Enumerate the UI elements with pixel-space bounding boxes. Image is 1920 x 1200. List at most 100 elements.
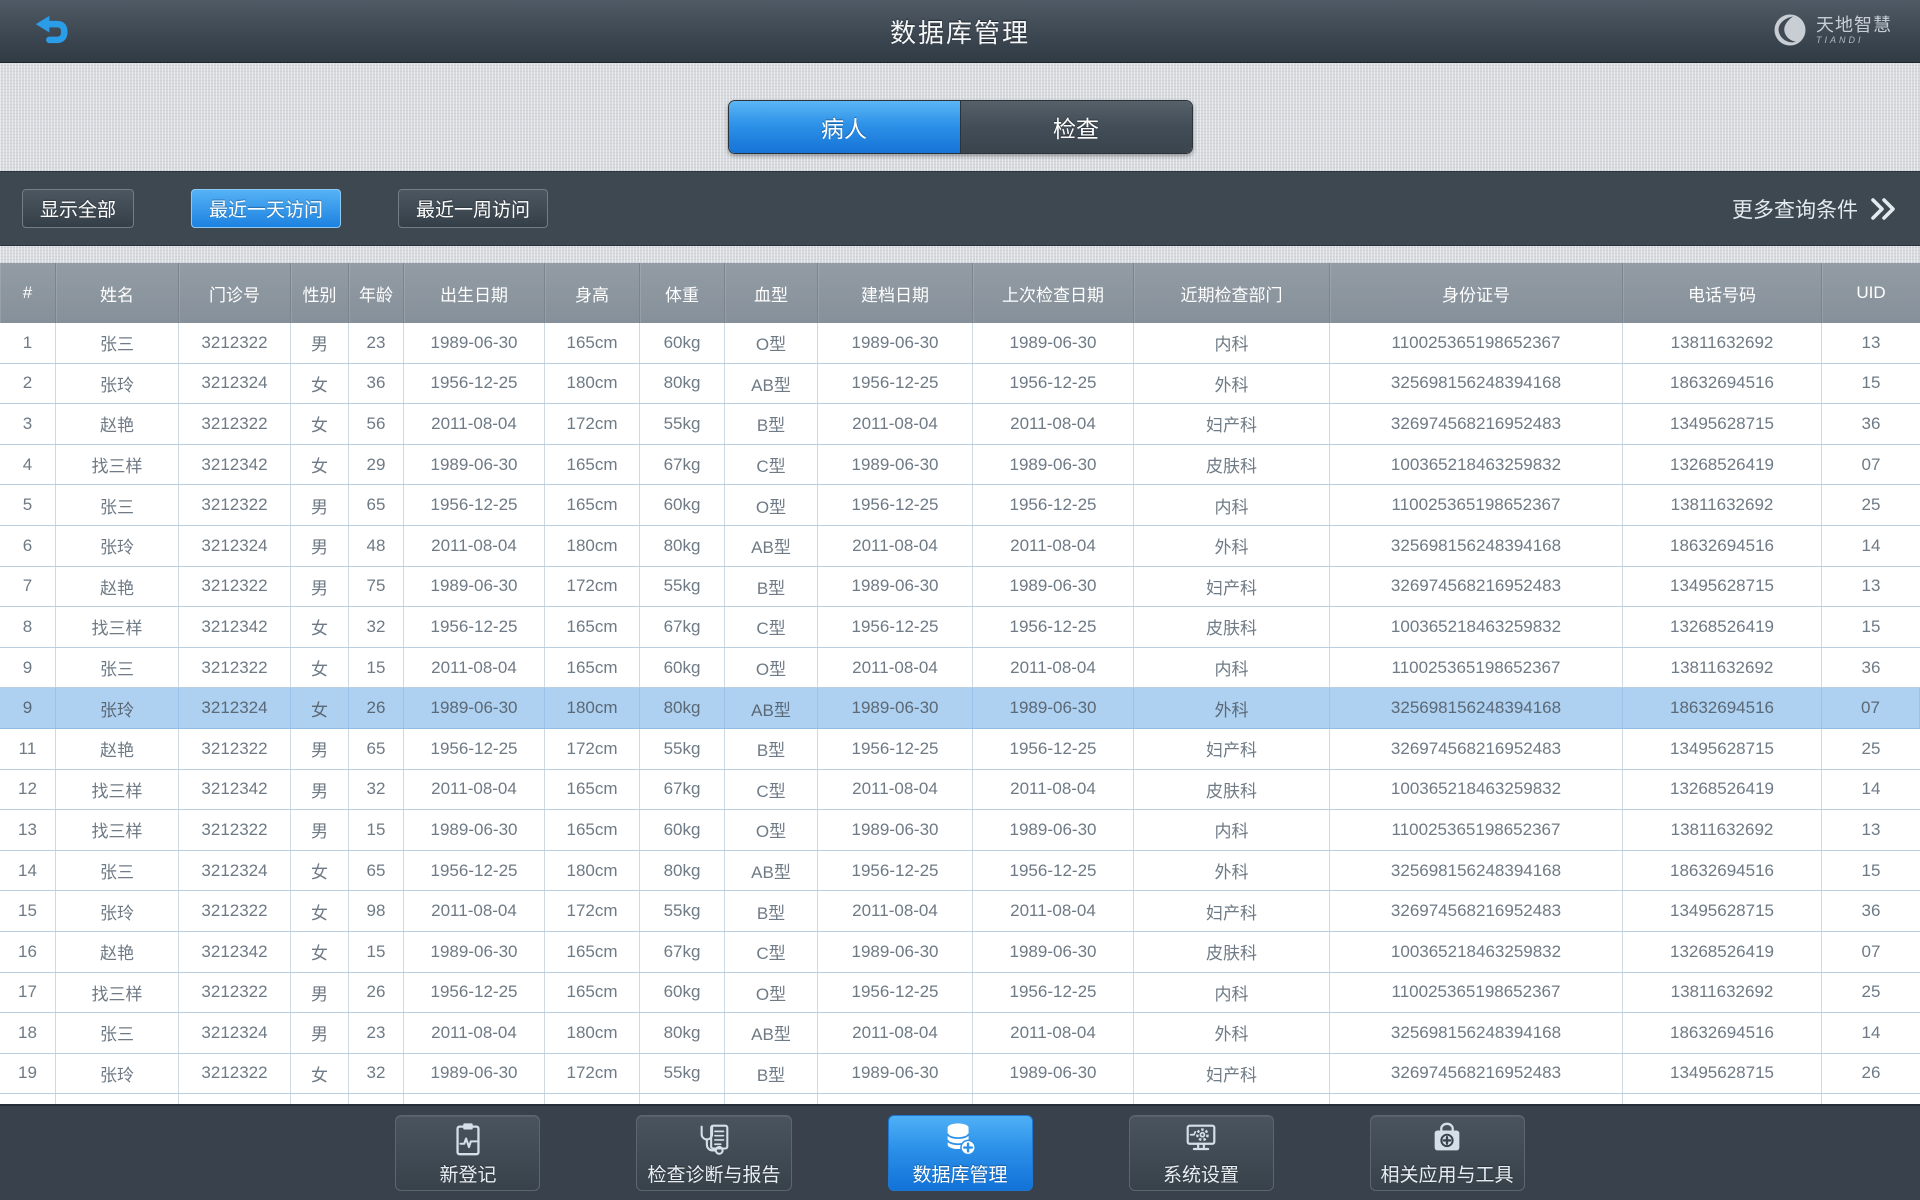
table-cell: 07 bbox=[1822, 688, 1920, 728]
table-cell: O型 bbox=[725, 972, 818, 1013]
table-cell: AB型 bbox=[725, 363, 818, 404]
table-cell: 1989-06-30 bbox=[404, 1053, 545, 1094]
table-cell: 100365218463259832 bbox=[1330, 931, 1623, 972]
table-cell: 1956-12-25 bbox=[404, 363, 545, 404]
table-cell: 男 bbox=[291, 566, 349, 607]
table-cell: 2011-08-04 bbox=[404, 647, 545, 688]
table-cell: 男 bbox=[291, 525, 349, 566]
table-cell: 13811632692 bbox=[1623, 647, 1822, 688]
table-cell: 65 bbox=[349, 850, 404, 891]
table-cell: 赵艳 bbox=[56, 728, 179, 769]
column-header: 出生日期 bbox=[404, 263, 545, 323]
report-stethoscope-icon bbox=[700, 1124, 729, 1155]
more-query-conditions-link[interactable]: 更多查询条件 bbox=[1732, 194, 1898, 224]
table-row[interactable]: 1 张三 3212322 男 23 1989-06-30 165cm 60kg O型 1989-0… bbox=[0, 323, 1920, 364]
nav-new-registration-button[interactable]: 新登记 bbox=[395, 1115, 541, 1191]
table-row[interactable]: 2 张玲 3212324 女 36 1956-12-25 180cm 80kg AB型 1956-… bbox=[0, 363, 1920, 405]
table-cell: 55kg bbox=[640, 891, 725, 931]
filter-last-day-button[interactable]: 最近一天访问 bbox=[191, 189, 342, 228]
table-row[interactable]: 8 找三样 3212342 女 32 1956-12-25 165cm 67kg C型 1956-… bbox=[0, 607, 1920, 648]
nav-database-management-button[interactable]: 数据库管理 bbox=[887, 1115, 1033, 1191]
column-header: 门诊号 bbox=[179, 263, 291, 323]
table-cell: 12 bbox=[0, 769, 56, 810]
table-cell: 165cm bbox=[545, 931, 640, 972]
table-cell: 13 bbox=[0, 810, 56, 850]
table-cell: 1956-12-25 bbox=[973, 485, 1134, 525]
table-row[interactable]: 17 找三样 3212322 男 26 1956-12-25 165cm 60kg O型 1956… bbox=[0, 972, 1920, 1014]
table-cell: 13811632692 bbox=[1623, 810, 1822, 850]
column-header: 身份证号 bbox=[1330, 263, 1623, 323]
table-row[interactable]: 12 找三样 3212342 男 32 2011-08-04 165cm 67kg C型 2011… bbox=[0, 769, 1920, 811]
table-cell: 13811632692 bbox=[1623, 323, 1822, 363]
table-row[interactable]: 7 赵艳 3212322 男 75 1989-06-30 172cm 55kg B型 1989-0… bbox=[0, 566, 1920, 608]
tab-patients[interactable]: 病人 bbox=[728, 101, 960, 153]
table-cell: 1956-12-25 bbox=[818, 728, 973, 769]
table-cell: 1956-12-25 bbox=[818, 363, 973, 404]
nav-system-settings-button[interactable]: 系统设置 bbox=[1128, 1115, 1274, 1191]
table-cell: 60kg bbox=[640, 972, 725, 1013]
table-cell: 1989-06-30 bbox=[818, 688, 973, 728]
table-cell: 3212324 bbox=[179, 688, 291, 728]
table-row[interactable]: 9 张玲 3212324 女 26 1989-06-30 180cm 80kg AB型 1989-… bbox=[0, 688, 1920, 729]
table-cell: 3212322 bbox=[179, 566, 291, 607]
table-cell: 皮肤科 bbox=[1134, 444, 1330, 485]
table-cell: 110025365198652367 bbox=[1330, 972, 1623, 1013]
nav-exam-diagnosis-report-button[interactable]: 检查诊断与报告 bbox=[636, 1115, 792, 1191]
brand-logo: 天地智慧 TIANDI bbox=[1772, 12, 1892, 48]
table-cell: 325698156248394168 bbox=[1330, 1013, 1623, 1053]
table-cell: 55kg bbox=[640, 566, 725, 607]
table-cell: 内科 bbox=[1134, 972, 1330, 1013]
table-row[interactable]: 9 张三 3212322 女 15 2011-08-04 165cm 60kg O型 2011-0… bbox=[0, 647, 1920, 689]
table-cell: 18632694516 bbox=[1623, 525, 1822, 566]
table-cell: 56 bbox=[349, 404, 404, 444]
table-cell: 110025365198652367 bbox=[1330, 810, 1623, 850]
back-button[interactable] bbox=[30, 10, 74, 54]
table-cell: 找三样 bbox=[56, 972, 179, 1013]
table-row[interactable]: 4 找三样 3212342 女 29 1989-06-30 165cm 67kg C型 1989-… bbox=[0, 444, 1920, 486]
table-cell: 2011-08-04 bbox=[973, 1013, 1134, 1053]
table-cell: 172cm bbox=[545, 404, 640, 444]
table-row[interactable]: 15 张玲 3212322 女 98 2011-08-04 172cm 55kg B型 2011-… bbox=[0, 891, 1920, 932]
table-cell: 100365218463259832 bbox=[1330, 444, 1623, 485]
table-cell: C型 bbox=[725, 607, 818, 647]
table-cell: 3212322 bbox=[179, 1053, 291, 1094]
table-cell: 172cm bbox=[545, 891, 640, 931]
table-cell: 找三样 bbox=[56, 444, 179, 485]
table-cell: 女 bbox=[291, 1053, 349, 1094]
nav-button-label: 数据库管理 bbox=[912, 1164, 1008, 1186]
table-row[interactable]: 5 张三 3212322 男 65 1956-12-25 165cm 60kg O型 1956-1… bbox=[0, 485, 1920, 526]
table-cell: 1989-06-30 bbox=[973, 566, 1134, 607]
table-cell: 男 bbox=[291, 485, 349, 525]
table-cell: 165cm bbox=[545, 607, 640, 647]
filter-show-all-button[interactable]: 显示全部 bbox=[22, 189, 135, 228]
table-cell: 3212322 bbox=[179, 647, 291, 688]
table-cell: 8 bbox=[0, 607, 56, 647]
tab-exams[interactable]: 检查 bbox=[959, 101, 1192, 153]
table-row[interactable]: 18 张三 3212324 男 23 2011-08-04 180cm 80kg AB型 2011… bbox=[0, 1013, 1920, 1054]
table-row[interactable]: 14 张三 3212324 女 65 1956-12-25 180cm 80kg AB型 1956… bbox=[0, 850, 1920, 892]
table-cell: 13495628715 bbox=[1623, 891, 1822, 931]
filter-last-week-button[interactable]: 最近一周访问 bbox=[398, 189, 549, 228]
table-cell: AB型 bbox=[725, 1013, 818, 1053]
table-cell: 1956-12-25 bbox=[818, 485, 973, 525]
table-cell: 180cm bbox=[545, 688, 640, 728]
table-row[interactable]: 11 赵艳 3212322 男 65 1956-12-25 172cm 55kg B型 1956-… bbox=[0, 728, 1920, 770]
table-row[interactable]: 3 赵艳 3212322 女 56 2011-08-04 172cm 55kg B型 2011-0… bbox=[0, 404, 1920, 445]
table-cell: 男 bbox=[291, 769, 349, 810]
chevron-double-right-icon bbox=[1871, 197, 1895, 220]
table-cell: O型 bbox=[725, 647, 818, 688]
table-cell: 3212342 bbox=[179, 769, 291, 810]
column-header: # bbox=[0, 263, 56, 323]
nav-related-apps-tools-button[interactable]: 相关应用与工具 bbox=[1369, 1115, 1525, 1191]
table-row[interactable]: 16 赵艳 3212342 女 15 1989-06-30 165cm 67kg C型 1989-… bbox=[0, 931, 1920, 973]
table-cell: 3212322 bbox=[179, 728, 291, 769]
table-row[interactable]: 13 找三样 3212322 男 15 1989-06-30 165cm 60kg O型 1989… bbox=[0, 810, 1920, 851]
table-cell: 赵艳 bbox=[56, 566, 179, 607]
table-cell: 13 bbox=[1861, 332, 1881, 352]
table-cell: 23 bbox=[349, 1013, 404, 1053]
table-row[interactable]: 6 张玲 3212324 男 48 2011-08-04 180cm 80kg AB型 2011-… bbox=[0, 525, 1920, 567]
table-row[interactable]: 19 张玲 3212322 女 32 1989-06-30 172cm 55kg B型 1989-… bbox=[0, 1053, 1920, 1095]
table-cell: 外科 bbox=[1134, 363, 1330, 404]
table-cell: 25 bbox=[1861, 495, 1881, 515]
column-header: 上次检查日期 bbox=[973, 263, 1134, 323]
